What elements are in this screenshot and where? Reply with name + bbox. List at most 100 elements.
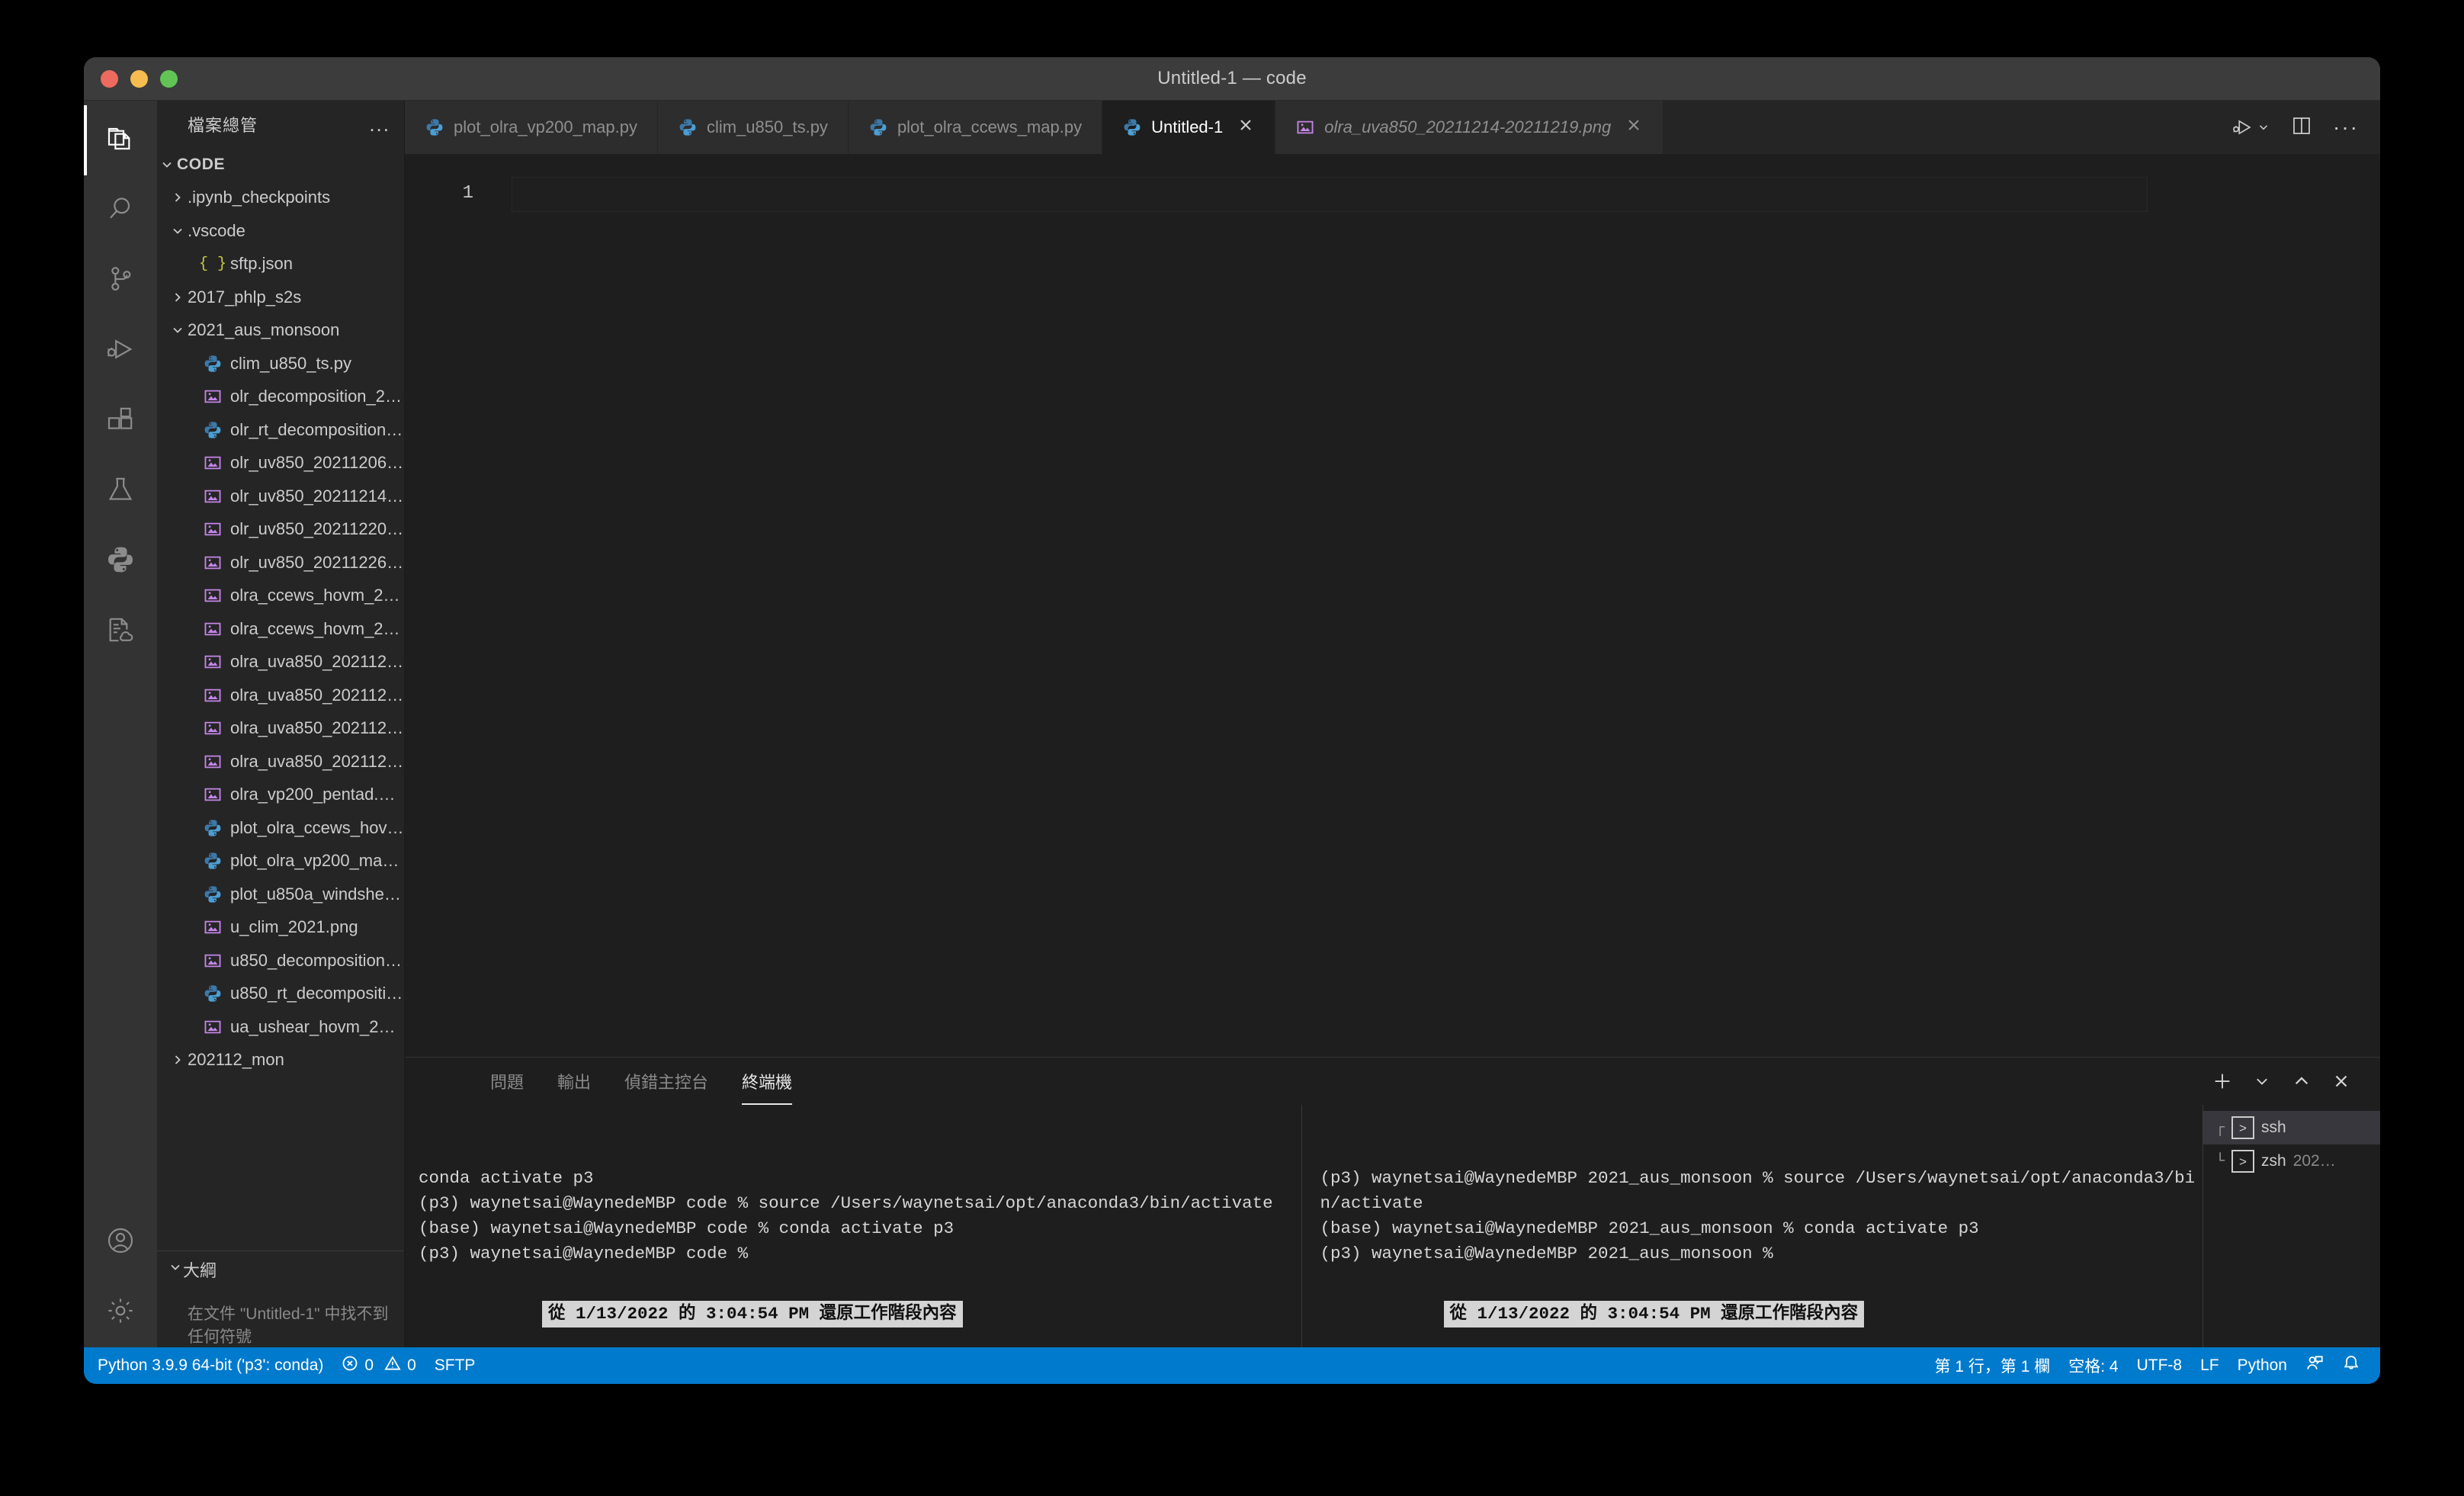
close-icon[interactable] xyxy=(2325,1065,2357,1097)
status-feedback[interactable] xyxy=(2296,1347,2333,1384)
tree-item-label: olra_vp200_pentad.png xyxy=(230,785,404,804)
python-file-icon xyxy=(868,117,888,137)
code-editor[interactable]: 1 xyxy=(405,154,2380,1057)
activity-item-accounts[interactable] xyxy=(84,1207,157,1277)
terminal-pane-left[interactable]: conda activate p3 (p3) waynetsai@WaynedeM… xyxy=(405,1105,1301,1347)
tree-file-olr_rt_decomposition.py[interactable]: olr_rt_decomposition.py xyxy=(157,413,404,447)
tree-file-u850_decomposition_2021.png[interactable]: u850_decomposition_2021.png xyxy=(157,944,404,978)
tree-file-olra_uva850_20211206-20211211.png[interactable]: olra_uva850_20211206-20211211.png xyxy=(157,646,404,679)
chevron-right-icon[interactable] xyxy=(168,290,188,305)
status-python-interpreter[interactable]: Python 3.9.9 64-bit ('p3': conda) xyxy=(84,1347,332,1384)
tree-file-u_clim_2021.png[interactable]: u_clim_2021.png xyxy=(157,911,404,945)
maximize-window-button[interactable] xyxy=(160,69,178,88)
explorer-more-actions-button[interactable]: ... xyxy=(369,114,390,134)
tree-file-plot_olra_vp200_map.py[interactable]: plot_olra_vp200_map.py xyxy=(157,845,404,878)
tree-folder-2017_phlp_s2s[interactable]: 2017_phlp_s2s xyxy=(157,281,404,314)
tree-item-label: 2021_aus_monsoon xyxy=(188,320,340,340)
tree-file-olra_uva850_20211220-20211225.png[interactable]: olra_uva850_20211220-20211225.png xyxy=(157,712,404,746)
editor-tab-clim_u850_ts.py[interactable]: clim_u850_ts.py xyxy=(657,101,849,154)
tree-item-label: plot_olra_vp200_map.py xyxy=(230,851,404,871)
file-tree[interactable]: CODE .ipynb_checkpoints .vscode { } sftp.jso… xyxy=(157,148,404,1250)
line-number: 1 xyxy=(462,183,473,204)
terminal-list-item-zsh[interactable]: └ > zsh 202… xyxy=(2203,1144,2380,1178)
editor-tab-plot_olra_ccews_map.py[interactable]: plot_olra_ccews_map.py xyxy=(848,101,1103,154)
close-tab-icon[interactable] xyxy=(1625,116,1643,140)
panel-tab-label: 終端機 xyxy=(742,1073,793,1092)
explorer-title: 檔案總管 xyxy=(188,116,258,135)
tree-folder-.vscode[interactable]: .vscode xyxy=(157,214,404,248)
tree-file-u850_rt_decomposition.py[interactable]: u850_rt_decomposition.py xyxy=(157,978,404,1011)
activity-item-run-and-debug[interactable] xyxy=(84,316,157,386)
tree-file-ua_ushear_hovm_20211101-20220105…[interactable]: ua_ushear_hovm_20211101-20220105… xyxy=(157,1010,404,1044)
panel-tab-終端機[interactable]: 終端機 xyxy=(725,1058,809,1105)
activity-item-python[interactable] xyxy=(84,526,157,596)
tree-file-olra_vp200_pentad.png[interactable]: olra_vp200_pentad.png xyxy=(157,778,404,812)
activity-item-search[interactable] xyxy=(84,175,157,246)
image-file-icon xyxy=(201,917,224,937)
activity-item-sftp[interactable] xyxy=(84,596,157,666)
run-debug-icon[interactable] xyxy=(2231,116,2270,139)
activity-item-explorer[interactable] xyxy=(84,105,157,175)
tree-file-plot_olra_ccews_hovm.py[interactable]: plot_olra_ccews_hovm.py xyxy=(157,811,404,845)
image-file-icon xyxy=(201,718,224,738)
editor-tab-Untitled-1[interactable]: Untitled-1 xyxy=(1102,101,1276,154)
tree-folder-2021_aus_monsoon[interactable]: 2021_aus_monsoon xyxy=(157,314,404,348)
tree-folder-202112_mon[interactable]: 202112_mon xyxy=(157,1044,404,1077)
editor-tab-plot_olra_vp200_map.py[interactable]: plot_olra_vp200_map.py xyxy=(405,101,658,154)
python-file-icon xyxy=(201,420,224,440)
plus-icon[interactable] xyxy=(2206,1065,2238,1097)
minimize-window-button[interactable] xyxy=(130,69,148,88)
tree-file-plot_u850a_windshear_hovm.py[interactable]: plot_u850a_windshear_hovm.py xyxy=(157,878,404,911)
activity-item-manage[interactable] xyxy=(84,1277,157,1347)
status-indentation[interactable]: 空格: 4 xyxy=(2059,1347,2127,1384)
tree-file-olr_uv850_20211214-20211219.png[interactable]: olr_uv850_20211214-20211219.png xyxy=(157,480,404,513)
tree-file-olra_uva850_20211214-20211219.png[interactable]: olra_uva850_20211214-20211219.png xyxy=(157,679,404,712)
status-encoding[interactable]: UTF-8 xyxy=(2128,1347,2192,1384)
tree-file-clim_u850_ts.py[interactable]: clim_u850_ts.py xyxy=(157,347,404,380)
chevron-down-icon[interactable] xyxy=(157,157,177,172)
panel-tab-問題[interactable]: 問題 xyxy=(473,1058,541,1105)
activity-item-source-control[interactable] xyxy=(84,246,157,316)
tree-file-olr_uv850_20211220-20211225.png[interactable]: olr_uv850_20211220-20211225.png xyxy=(157,513,404,547)
outline-header[interactable]: 大綱 xyxy=(157,1251,404,1288)
chevron-down-icon[interactable] xyxy=(168,323,188,338)
tree-file-sftp.json[interactable]: { } sftp.json xyxy=(157,248,404,281)
tree-file-olra_ccews_hovm_20211101-2022010…[interactable]: olra_ccews_hovm_20211101-2022010… xyxy=(157,612,404,646)
close-window-button[interactable] xyxy=(101,69,118,88)
ellipsis-icon[interactable]: ··· xyxy=(2333,117,2359,138)
tree-file-olr_decomposition_2021.png[interactable]: olr_decomposition_2021.png xyxy=(157,380,404,414)
chevron-down-icon[interactable] xyxy=(2246,1065,2278,1097)
python-file-icon xyxy=(201,818,224,838)
tree-item-label: u_clim_2021.png xyxy=(230,917,358,937)
status-cursor-position[interactable]: 第 1 行，第 1 欄 xyxy=(1926,1347,2060,1384)
status-eol[interactable]: LF xyxy=(2191,1347,2228,1384)
image-file-icon xyxy=(201,652,224,672)
tree-folder-.ipynb_checkpoints[interactable]: .ipynb_checkpoints xyxy=(157,181,404,215)
split-editor-icon[interactable] xyxy=(2290,114,2313,141)
status-notifications[interactable] xyxy=(2333,1347,2369,1384)
chevron-up-icon[interactable] xyxy=(2286,1065,2318,1097)
activity-item-extensions[interactable] xyxy=(84,386,157,456)
tree-folder-CODE[interactable]: CODE xyxy=(157,148,404,181)
tree-file-olra_ccews_hovm_20211101-2022010…[interactable]: olra_ccews_hovm_20211101-2022010… xyxy=(157,579,404,613)
terminal-list-item-ssh[interactable]: ┌ > ssh xyxy=(2203,1111,2380,1144)
status-problems[interactable]: 0 0 xyxy=(332,1347,425,1384)
status-sftp-label: SFTP xyxy=(434,1356,476,1374)
status-sftp[interactable]: SFTP xyxy=(425,1347,485,1384)
debug-icon xyxy=(105,334,136,368)
close-tab-icon[interactable] xyxy=(1237,116,1255,140)
activity-item-testing[interactable] xyxy=(84,456,157,526)
chevron-right-icon[interactable] xyxy=(168,190,188,205)
tree-file-olr_uv850_20211226-20211231.png[interactable]: olr_uv850_20211226-20211231.png xyxy=(157,546,404,579)
chevron-right-icon[interactable] xyxy=(168,1052,188,1067)
tree-file-olra_uva850_20211226-20211231.png[interactable]: olra_uva850_20211226-20211231.png xyxy=(157,745,404,778)
chevron-down-icon[interactable] xyxy=(168,223,188,239)
status-language-mode[interactable]: Python xyxy=(2228,1347,2296,1384)
terminal-list[interactable]: ┌ > ssh └ > zsh 202… xyxy=(2203,1105,2380,1347)
terminal-pane-right[interactable]: (p3) waynetsai@WaynedeMBP 2021_aus_monso… xyxy=(1301,1105,2203,1347)
editor-tab-olra_uva850_20211214-20211219.png[interactable]: olra_uva850_20211214-20211219.png xyxy=(1275,101,1664,154)
tree-file-olr_uv850_20211206-20211211.png[interactable]: olr_uv850_20211206-20211211.png xyxy=(157,447,404,480)
terminal-right-restore-banner: 從 1/13/2022 的 3:04:54 PM 還原工作階段內容 xyxy=(1443,1301,1865,1327)
panel-tab-輸出[interactable]: 輸出 xyxy=(541,1058,608,1105)
panel-tab-偵錯主控台[interactable]: 偵錯主控台 xyxy=(608,1058,725,1105)
